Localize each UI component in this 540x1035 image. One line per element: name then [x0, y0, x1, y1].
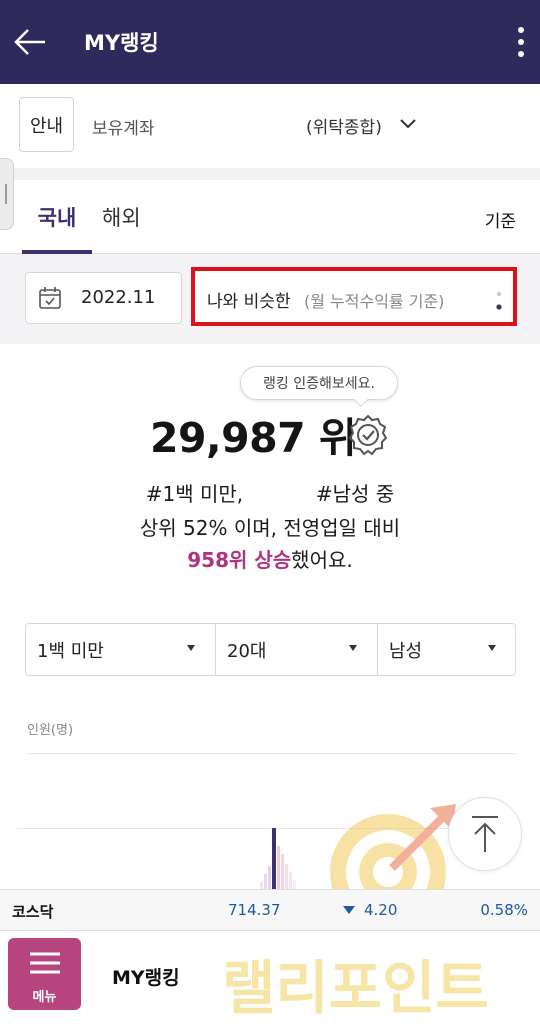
- summary-line-3-rest: 했어요.: [291, 548, 353, 572]
- asset-range-value: 1백 미만: [37, 641, 104, 662]
- distribution-chart: [260, 828, 296, 890]
- handle-grip-icon: [5, 184, 7, 204]
- watermark-text: 랠리포인트: [222, 954, 489, 1020]
- menu-label: 메뉴: [32, 990, 57, 1005]
- more-vertical-icon[interactable]: [516, 24, 526, 60]
- compare-group-label: 나와 비슷한: [207, 292, 291, 312]
- ticker-change: 4.20: [364, 901, 398, 919]
- gender-value: 남성: [389, 641, 423, 662]
- chart-y-label: 인원(명): [27, 723, 74, 738]
- gender-group-tag: #남성 중: [315, 482, 395, 506]
- tab-overseas[interactable]: 해외: [102, 202, 141, 232]
- caret-down-icon: [349, 645, 357, 651]
- asset-group-tag: #1백 미만,: [145, 482, 244, 506]
- hamburger-icon: [30, 952, 60, 974]
- arrow-up-icon: [472, 816, 498, 852]
- back-arrow-icon[interactable]: [12, 24, 48, 60]
- verify-badge-icon[interactable]: [346, 413, 390, 457]
- caret-down-icon: [187, 645, 195, 651]
- caret-down-icon: [488, 645, 496, 651]
- account-bar: [0, 84, 540, 168]
- down-triangle-icon: [343, 906, 355, 914]
- criteria-link[interactable]: 기준: [485, 207, 516, 232]
- bottom-title: MY랭킹: [112, 967, 180, 989]
- ticker-index-value: 714.37: [228, 901, 281, 919]
- distribution-bars: [260, 828, 296, 890]
- tab-domestic[interactable]: 국내: [22, 202, 92, 232]
- rank-change: 958위 상승: [187, 548, 292, 572]
- app-header: [0, 0, 540, 84]
- watermark-logo: 랠리포인트: [222, 954, 489, 1020]
- calendar-icon: [39, 287, 61, 309]
- certify-tooltip[interactable]: 랭킹 인증해보세요.: [240, 366, 398, 400]
- guide-button[interactable]: 안내: [19, 97, 74, 152]
- date-value: 2022.11: [81, 287, 156, 308]
- summary-line-2: 상위 52% 이며, 전영업일 대비: [139, 516, 401, 540]
- account-label: 보유계좌: [92, 119, 155, 139]
- rank-number: 29,987 위: [150, 414, 357, 462]
- summary-line-1: #1백 미만, #남성 중: [0, 478, 540, 507]
- chevron-down-icon[interactable]: [398, 114, 418, 134]
- account-type-select[interactable]: (위탁종합): [306, 113, 382, 138]
- option-dots-icon[interactable]: [495, 288, 503, 314]
- page-title: MY랭킹: [84, 31, 159, 55]
- summary-line-3: 958위 상승했어요.: [0, 544, 540, 573]
- side-drawer-handle[interactable]: [0, 158, 14, 230]
- masked-text: [250, 483, 310, 501]
- age-group-value: 20대: [227, 641, 267, 662]
- chart-gridline: [27, 753, 515, 754]
- compare-criteria-label: (월 누적수익률 기준): [304, 292, 445, 311]
- ticker-rate: 0.58%: [480, 901, 528, 919]
- section-divider: [0, 168, 540, 180]
- ticker-index-name: 코스닥: [12, 903, 54, 921]
